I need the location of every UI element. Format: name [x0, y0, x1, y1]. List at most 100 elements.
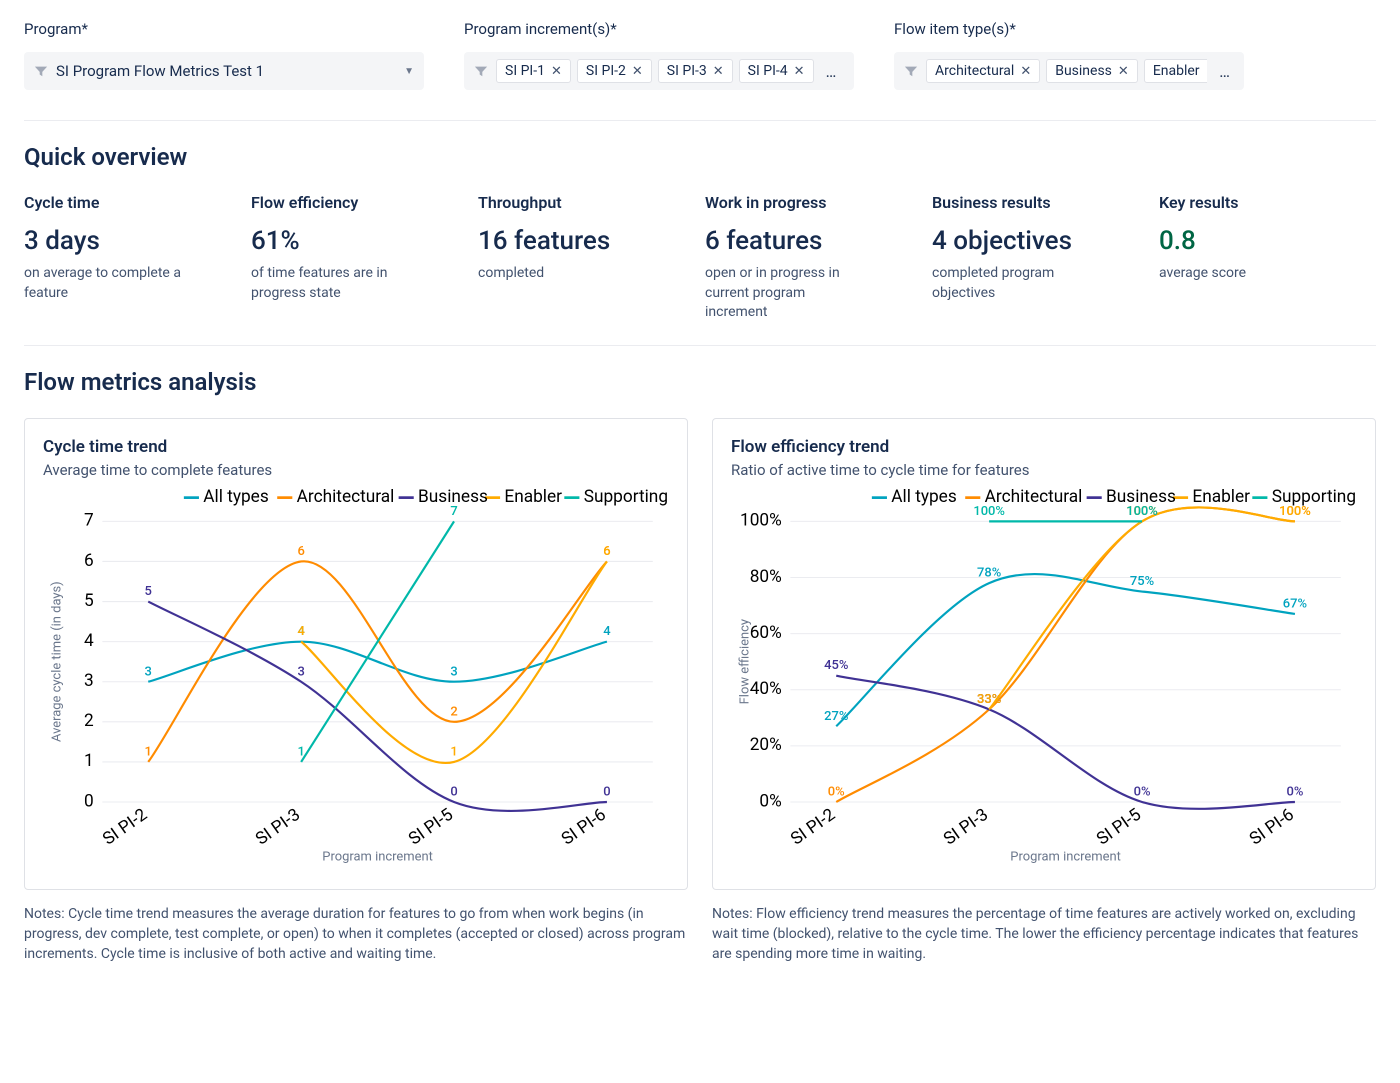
metric: Work in progress 6 features open or in p…: [705, 193, 922, 323]
svg-text:67%: 67%: [1283, 596, 1307, 611]
program-label: Program*: [24, 20, 424, 38]
svg-text:27%: 27%: [824, 709, 848, 724]
increment-chips: SI PI-1 ✕ SI PI-2 ✕ SI PI-3 ✕ SI PI-4 ✕: [496, 59, 814, 83]
remove-chip-icon[interactable]: ✕: [1206, 64, 1208, 79]
svg-text:Flow efficiency: Flow efficiency: [737, 619, 752, 704]
svg-text:0%: 0%: [759, 791, 781, 811]
metric-value: 4 objectives: [932, 226, 1149, 256]
metric-desc: of time features are in progress state: [251, 264, 411, 303]
svg-text:0: 0: [603, 784, 610, 799]
chart-svg: SupportingEnablerBusinessArchitecturalAl…: [43, 489, 669, 867]
svg-text:0: 0: [84, 791, 94, 811]
overview-title: Quick overview: [24, 143, 1376, 171]
svg-text:60%: 60%: [750, 623, 782, 643]
svg-text:5: 5: [84, 591, 94, 611]
filter-chip[interactable]: Architectural ✕: [926, 59, 1040, 83]
svg-text:100%: 100%: [973, 504, 1005, 519]
legend-item: All types: [203, 489, 269, 507]
chart-card: Cycle time trend Average time to complet…: [24, 418, 688, 890]
metric-title: Business results: [932, 193, 1149, 212]
svg-text:1: 1: [297, 744, 304, 759]
legend-item: Architectural: [297, 489, 395, 507]
filter-chip[interactable]: SI PI-3 ✕: [658, 59, 733, 83]
program-value: SI Program Flow Metrics Test 1: [56, 62, 396, 80]
legend-item: Enabler: [504, 489, 562, 507]
chart-title: Flow efficiency trend: [731, 437, 1357, 457]
chart-column: Flow efficiency trend Ratio of active ti…: [712, 418, 1376, 965]
metric-title: Cycle time: [24, 193, 241, 212]
filters-row: Program* SI Program Flow Metrics Test 1 …: [24, 20, 1376, 90]
svg-text:SI PI-3: SI PI-3: [940, 805, 992, 850]
remove-chip-icon[interactable]: ✕: [632, 64, 643, 79]
chart-subtitle: Ratio of active time to cycle time for f…: [731, 461, 1357, 479]
remove-chip-icon[interactable]: ✕: [713, 64, 724, 79]
svg-text:SI PI-2: SI PI-2: [787, 804, 839, 849]
more-icon[interactable]: …: [822, 62, 841, 81]
increments-label: Program increment(s)*: [464, 20, 854, 38]
filter-chip[interactable]: Business ✕: [1046, 59, 1138, 83]
filter-chip[interactable]: SI PI-1 ✕: [496, 59, 571, 83]
svg-text:33%: 33%: [977, 692, 1001, 707]
filter-icon: [474, 64, 488, 78]
type-chips: Architectural✕Business✕Enabler✕: [926, 59, 1207, 83]
metric-desc: completed: [478, 264, 638, 284]
svg-text:3: 3: [450, 664, 457, 679]
chart-notes: Notes: Cycle time trend measures the ave…: [24, 904, 688, 965]
types-multiselect[interactable]: Architectural✕Business✕Enabler✕ …: [894, 52, 1244, 90]
svg-text:SI PI-5: SI PI-5: [1093, 804, 1145, 849]
svg-text:45%: 45%: [824, 658, 848, 673]
chevron-down-icon: ▼: [404, 66, 414, 77]
svg-text:7: 7: [84, 510, 94, 530]
svg-text:2: 2: [450, 704, 457, 719]
svg-text:SI PI-5: SI PI-5: [405, 804, 457, 849]
filter-chip[interactable]: SI PI-4 ✕: [739, 59, 814, 83]
svg-text:1: 1: [145, 744, 152, 759]
svg-text:Program increment: Program increment: [322, 849, 433, 864]
types-filter-group: Flow item type(s)* Architectural✕Busines…: [894, 20, 1244, 90]
svg-text:100%: 100%: [1279, 504, 1311, 519]
remove-chip-icon[interactable]: ✕: [1020, 64, 1031, 79]
chip-label: SI PI-1: [505, 63, 545, 79]
analysis-title: Flow metrics analysis: [24, 368, 1376, 396]
svg-text:7: 7: [450, 504, 457, 519]
program-filter-group: Program* SI Program Flow Metrics Test 1 …: [24, 20, 424, 90]
svg-text:SI PI-3: SI PI-3: [252, 805, 304, 850]
program-dropdown[interactable]: SI Program Flow Metrics Test 1 ▼: [24, 52, 424, 90]
chip-label: SI PI-2: [586, 63, 626, 79]
svg-text:78%: 78%: [977, 565, 1001, 580]
metric-desc: completed program objectives: [932, 264, 1092, 303]
svg-text:0%: 0%: [1286, 784, 1303, 799]
svg-text:80%: 80%: [750, 567, 782, 587]
remove-chip-icon[interactable]: ✕: [1118, 64, 1129, 79]
filter-chip[interactable]: SI PI-2 ✕: [577, 59, 652, 83]
more-icon[interactable]: …: [1215, 62, 1234, 81]
filter-icon: [904, 64, 918, 78]
metric-title: Flow efficiency: [251, 193, 468, 212]
chip-label: Business: [1055, 63, 1112, 79]
svg-text:3: 3: [297, 664, 304, 679]
chip-label: Architectural: [935, 63, 1014, 79]
svg-text:SI PI-2: SI PI-2: [99, 804, 151, 849]
increments-multiselect[interactable]: SI PI-1 ✕ SI PI-2 ✕ SI PI-3 ✕ SI PI-4 ✕ …: [464, 52, 854, 90]
metric-desc: open or in progress in current program i…: [705, 264, 865, 323]
svg-text:6: 6: [297, 544, 304, 559]
remove-chip-icon[interactable]: ✕: [551, 64, 562, 79]
chip-label: SI PI-3: [667, 63, 707, 79]
svg-text:4: 4: [603, 624, 611, 639]
chart-notes: Notes: Flow efficiency trend measures th…: [712, 904, 1376, 965]
svg-text:0: 0: [450, 784, 457, 799]
svg-text:3: 3: [145, 664, 152, 679]
chart-card: Flow efficiency trend Ratio of active ti…: [712, 418, 1376, 890]
svg-text:1: 1: [450, 744, 457, 759]
svg-text:Average cycle time (in days): Average cycle time (in days): [49, 581, 64, 742]
metric: Flow efficiency 61% of time features are…: [251, 193, 468, 323]
remove-chip-icon[interactable]: ✕: [794, 64, 805, 79]
metric: Cycle time 3 days on average to complete…: [24, 193, 241, 323]
chart-column: Cycle time trend Average time to complet…: [24, 418, 688, 965]
metric-desc: on average to complete a feature: [24, 264, 184, 303]
increments-filter-group: Program increment(s)* SI PI-1✕SI PI-2✕SI…: [464, 20, 854, 90]
chip-label: SI PI-4: [748, 63, 788, 79]
legend-item: Supporting: [584, 489, 668, 507]
filter-chip[interactable]: Enabler✕: [1144, 59, 1207, 83]
metric-title: Work in progress: [705, 193, 922, 212]
